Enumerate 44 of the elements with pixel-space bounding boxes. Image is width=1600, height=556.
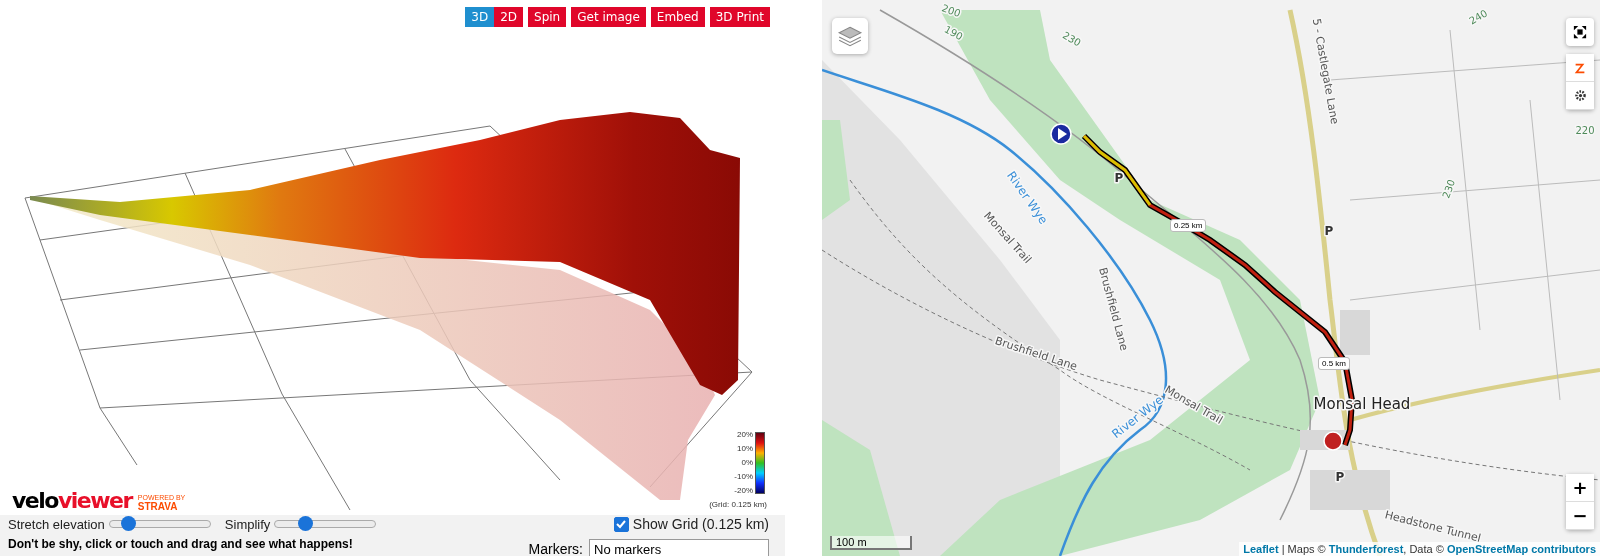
- map-label: P: [1335, 470, 1345, 484]
- logo-wordmark: veloviewer: [12, 490, 132, 512]
- action-button[interactable]: Spin: [528, 7, 567, 27]
- fullscreen-icon[interactable]: [1566, 18, 1594, 46]
- map-label: 200: [940, 2, 963, 20]
- attribution-link[interactable]: Leaflet: [1243, 543, 1279, 555]
- map-label: 230: [1060, 29, 1083, 49]
- markers-select[interactable]: No markers: [589, 539, 769, 556]
- map-label: 230: [1440, 177, 1458, 200]
- legend-tick: -10%: [734, 472, 753, 481]
- zoom-button[interactable]: −: [1566, 502, 1594, 530]
- layers-icon[interactable]: [832, 18, 868, 54]
- attribution-link[interactable]: OpenStreetMap contributors: [1446, 543, 1596, 555]
- map-label: 5 - Castlegate Lane: [1309, 17, 1342, 126]
- legend-tick: -20%: [734, 486, 753, 495]
- zoom-button[interactable]: +: [1566, 474, 1594, 502]
- map-label: 240: [1467, 7, 1490, 27]
- action-button[interactable]: 3D Print: [709, 7, 770, 27]
- attribution-text: | Maps ©: [1280, 543, 1327, 555]
- slider-label: Simplify: [224, 516, 271, 532]
- view-mode-tab[interactable]: 3D: [465, 7, 495, 27]
- checkbox[interactable]: [613, 516, 629, 532]
- map-label: 220: [1575, 125, 1595, 136]
- action-button[interactable]: Embed: [650, 7, 705, 27]
- settings-icon[interactable]: [1566, 82, 1594, 110]
- map-label: P: [1324, 224, 1334, 238]
- view-mode-tab[interactable]: 2D: [494, 7, 524, 27]
- legend-tick: 10%: [737, 444, 753, 453]
- hint-text: Don't be shy, click or touch and drag and see what happens!: [8, 537, 353, 551]
- z-logo-icon[interactable]: [1566, 54, 1594, 82]
- action-button[interactable]: Get image: [571, 7, 646, 27]
- checkbox-label: Show Grid (0.125 km): [632, 516, 769, 532]
- scale-bar: 100 m: [830, 536, 912, 550]
- distance-marker: 0.5 km: [1318, 357, 1350, 370]
- map-label: P: [1114, 171, 1124, 185]
- map-label: 190: [942, 23, 965, 43]
- attribution-text: , Data ©: [1403, 543, 1445, 555]
- color-scale-bar: [755, 432, 765, 494]
- slider-label: Stretch elevation: [8, 516, 105, 532]
- markers-label: Markers:: [528, 541, 583, 556]
- grid-note: (Grid: 0.125 km): [709, 500, 767, 509]
- distance-marker: 0.25 km: [1170, 219, 1207, 232]
- legend-tick: 20%: [737, 430, 753, 439]
- legend-tick: 0%: [741, 458, 753, 467]
